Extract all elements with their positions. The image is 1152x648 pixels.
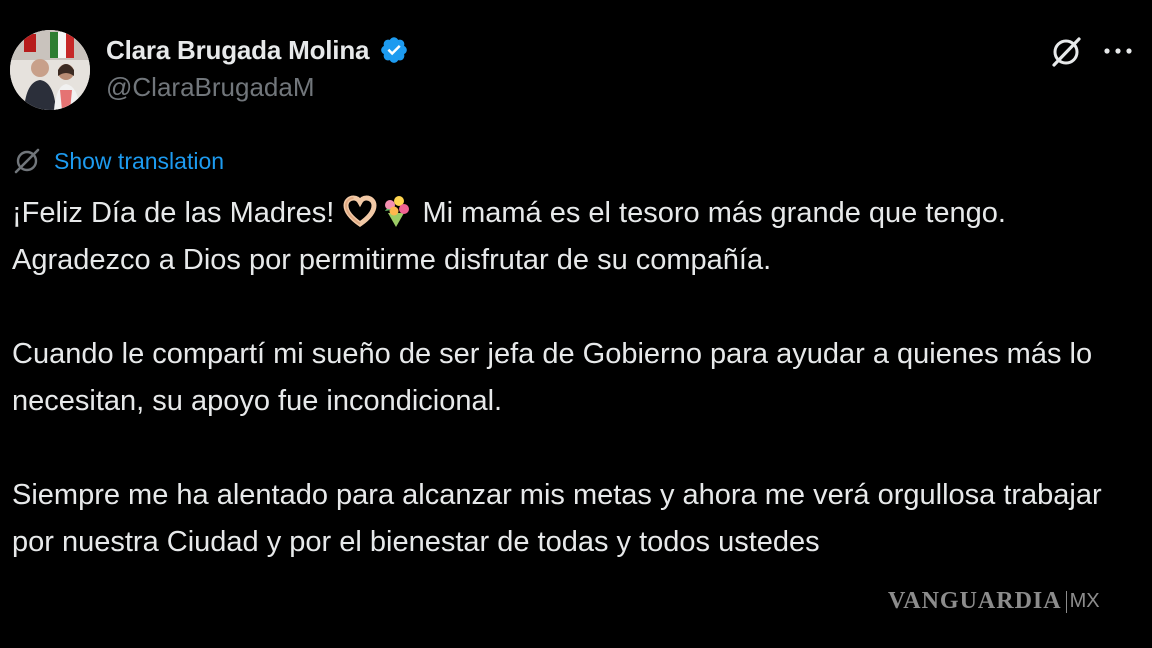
tweet-paragraph-3: Siempre me ha alentado para alcanzar mis… — [12, 479, 1102, 558]
profile-avatar[interactable] — [10, 30, 90, 110]
tweet-paragraph-1-start: ¡Feliz Día de las Madres! — [12, 197, 343, 229]
author-display-name[interactable]: Clara Brugada Molina — [106, 35, 369, 66]
author-name-row[interactable]: Clara Brugada Molina — [106, 32, 409, 68]
author-handle[interactable]: @ClaraBrugadaM — [106, 72, 314, 103]
vanguardia-watermark: VANGUARDIA MX — [888, 588, 1100, 615]
watermark-separator — [1065, 590, 1067, 613]
watermark-brand: VANGUARDIA — [888, 588, 1062, 614]
tweet-paragraph-2: Cuando le compartí mi sueño de ser jefa … — [12, 338, 1093, 417]
show-translation-link[interactable]: Show translation — [12, 146, 224, 176]
tweet-body: ¡Feliz Día de las Madres! Mi mamá es el … — [12, 190, 1142, 566]
watermark-suffix: MX — [1069, 590, 1100, 612]
tweet-paragraph-1: ¡Feliz Día de las Madres! Mi mamá es el … — [12, 190, 1142, 284]
bouquet-emoji — [385, 196, 410, 227]
verified-badge-icon — [381, 37, 408, 63]
avatar-photo — [10, 30, 90, 110]
translate-icon — [14, 148, 40, 174]
show-translation-label[interactable]: Show translation — [54, 148, 224, 175]
grok-icon[interactable] — [1048, 34, 1084, 70]
heart-hands-emoji — [343, 195, 377, 228]
more-options-icon[interactable] — [1100, 38, 1136, 64]
